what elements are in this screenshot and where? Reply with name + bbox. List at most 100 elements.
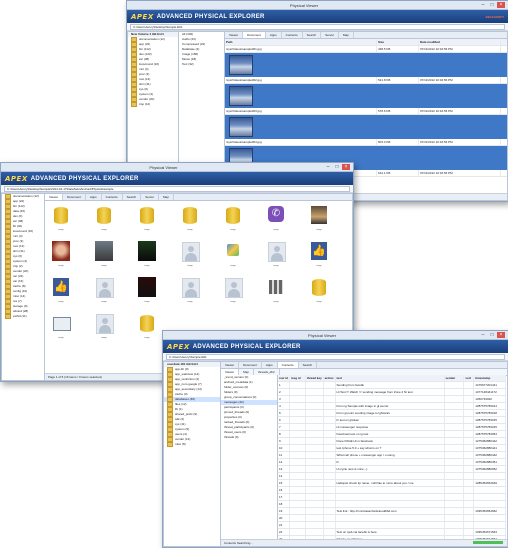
tab-search[interactable]: Search — [303, 32, 322, 38]
tab-apps[interactable]: Apps — [86, 194, 102, 200]
tab-search[interactable]: Search — [299, 362, 318, 368]
app-thumbnail[interactable]: image — [266, 277, 286, 303]
address-field[interactable]: C:\Users\Jenny\Desktop\Sample.E01 — [130, 23, 505, 30]
contact-thumbnail[interactable]: image — [223, 277, 243, 303]
database-thumbnail[interactable]: image — [137, 205, 157, 231]
bottom-window: Physical Viewer – □ × APEX ADVANCED PHYS… — [162, 330, 508, 548]
table-row[interactable]: 2 Hi Test !!! Watch 'n' sending message f… — [278, 389, 506, 396]
table-row[interactable]: 5 From gl point sending image to igStocks… — [278, 410, 506, 417]
maximize-icon[interactable]: □ — [488, 2, 496, 8]
document-preview[interactable] — [225, 115, 507, 139]
table-row[interactable]: 7 Hi messenger response 1387575783015 — [278, 424, 506, 431]
maximize-icon[interactable]: □ — [333, 164, 341, 170]
tab-server[interactable]: Server — [321, 32, 340, 38]
close-icon[interactable]: × — [497, 332, 505, 338]
tab-map[interactable]: Map — [159, 194, 174, 200]
document-preview[interactable] — [225, 53, 507, 77]
maximize-icon[interactable]: □ — [488, 332, 496, 338]
table-row[interactable]: /sys/Videos/sample001.jpg 438.5 KB 07/11/2… — [225, 46, 507, 53]
screen-thumbnail[interactable]: image — [51, 313, 71, 339]
tab-map[interactable]: Map — [339, 32, 354, 38]
table-item[interactable]: threads (0) — [221, 435, 277, 440]
database-thumbnail[interactable]: image — [180, 205, 200, 231]
table-row[interactable]: 11 What cell phone + messenger app r u us… — [278, 452, 506, 459]
filter-item[interactable]: Text (32) — [179, 62, 224, 67]
database-thumbnail[interactable]: image — [137, 313, 157, 339]
tree-item[interactable]: extSd (11) — [2, 314, 44, 319]
table-row[interactable]: 6 hi test on gltoken 1387575783015 — [278, 417, 506, 424]
address-field[interactable]: C:\Users\Jenny\Desktop\Sample\2014-01-17… — [4, 185, 350, 192]
tab-contents[interactable]: Contents — [277, 362, 299, 368]
tab-viewer[interactable]: Viewer — [45, 194, 64, 200]
minimize-icon[interactable]: – — [324, 164, 332, 170]
tree-item[interactable]: tmp (12) — [128, 102, 178, 107]
database-thumbnail[interactable]: image — [223, 205, 243, 231]
photo-thumbnail[interactable]: image — [137, 277, 157, 303]
minimize-icon[interactable]: – — [479, 2, 487, 8]
contact-thumbnail[interactable]: image — [180, 277, 200, 303]
contact-thumbnail[interactable]: image — [94, 313, 114, 339]
table-row[interactable]: 4 From ig Sample with image in gl secret 1… — [278, 403, 506, 410]
photo-thumbnail[interactable]: image — [94, 241, 114, 267]
address-field[interactable]: C:\Users\Jenny\Sample.E01 — [166, 353, 505, 360]
table-row[interactable]: 1 Sending from facebk 1476677201441 — [278, 382, 506, 389]
database-thumbnail[interactable]: image — [309, 277, 329, 303]
table-row[interactable]: 12 hi 1375362880451 — [278, 459, 506, 466]
thumbs-up-icon: 👍 — [311, 242, 327, 260]
dark-photo-icon — [138, 277, 156, 297]
table-row[interactable]: 15 Hellopiet check tip name, i will like … — [278, 480, 506, 487]
table-row[interactable]: 13 Hi cycle now is mine ;-) 1375362880652 — [278, 466, 506, 473]
tab-contents[interactable]: Contents — [102, 194, 123, 200]
tab-apps[interactable]: Apps — [266, 32, 282, 38]
apex-logo: APEX — [131, 12, 154, 21]
minimize-icon[interactable]: – — [479, 332, 487, 338]
photo-thumbnail[interactable]: image — [137, 241, 157, 267]
progress-bar — [473, 541, 503, 544]
table-row[interactable]: 18 — [278, 501, 506, 508]
table-row[interactable]: 17 — [278, 494, 506, 501]
like-thumbnail[interactable]: 👍 image — [309, 241, 329, 267]
bottom-address-bar: C:\Users\Jenny\Sample.E01 — [163, 353, 508, 361]
database-thumbnail[interactable]: image — [51, 205, 71, 231]
table-row[interactable]: /sys/Videos/sample003.jpg 578.6 KB 07/11/2… — [225, 108, 507, 115]
contact-thumbnail[interactable]: image — [266, 241, 286, 267]
table-row[interactable]: 16 — [278, 487, 506, 494]
monitor-icon — [53, 317, 71, 331]
tab-viewer[interactable]: Viewer — [221, 362, 240, 368]
table-row[interactable]: 21 — [278, 522, 506, 529]
document-preview[interactable] — [225, 84, 507, 108]
table-row[interactable]: 8 Facebook test on ig test 1387575783054 — [278, 431, 506, 438]
tab-apps[interactable]: Apps — [262, 362, 278, 368]
top-address-bar: C:\Users\Jenny\Desktop\Sample.E01 — [127, 23, 508, 31]
table-row[interactable]: 10 test Iphone 5.0 + say what is on ? 1375… — [278, 445, 506, 452]
tab-document[interactable]: Document — [243, 32, 266, 38]
photo-thumbnail[interactable]: image — [51, 241, 71, 267]
photo-thumbnail[interactable]: image — [309, 205, 329, 231]
contact-thumbnail[interactable]: image — [94, 277, 114, 303]
table-row[interactable]: 9 Done PAGE HI m facebook 1275362880442 — [278, 438, 506, 445]
tree-item[interactable]: misc (8) — [164, 442, 220, 447]
contact-thumbnail[interactable]: image — [180, 241, 200, 267]
close-icon[interactable]: × — [342, 164, 350, 170]
table-row[interactable]: 14 — [278, 473, 506, 480]
tab-server[interactable]: Server — [141, 194, 160, 200]
like-thumbnail[interactable]: 👍 image — [51, 277, 71, 303]
app-thumbnail[interactable]: image — [223, 241, 243, 267]
table-row[interactable]: 3 1450734022 — [278, 396, 506, 403]
user-avatar-icon — [96, 278, 114, 298]
table-row[interactable]: 22 Test on ipsb via facebk is here 1395453… — [278, 529, 506, 536]
tab-document[interactable]: Document — [63, 194, 86, 200]
tab-document[interactable]: Document — [239, 362, 262, 368]
database-thumbnail[interactable]: image — [94, 205, 114, 231]
photo-thumbnail — [229, 55, 253, 75]
table-row[interactable]: /sys/Videos/sample004.jpg 503.3 KB 07/11/2… — [225, 139, 507, 146]
tab-viewer[interactable]: Viewer — [225, 32, 244, 38]
tab-search[interactable]: Search — [123, 194, 142, 200]
bottom-folder-tree: userdata 181 GB Ext4 app-lib (9) app_web… — [163, 361, 221, 547]
close-icon[interactable]: × — [497, 2, 505, 8]
tab-contents[interactable]: Contents — [282, 32, 303, 38]
viber-thumbnail[interactable]: ✆ image — [266, 205, 286, 231]
table-row[interactable]: 19 Test link : http://mnctcasanfordetuodd… — [278, 508, 506, 515]
table-row[interactable]: /sys/Videos/sample002.jpg 521.8 KB 07/11/2… — [225, 77, 507, 84]
table-row[interactable]: 20 — [278, 515, 506, 522]
